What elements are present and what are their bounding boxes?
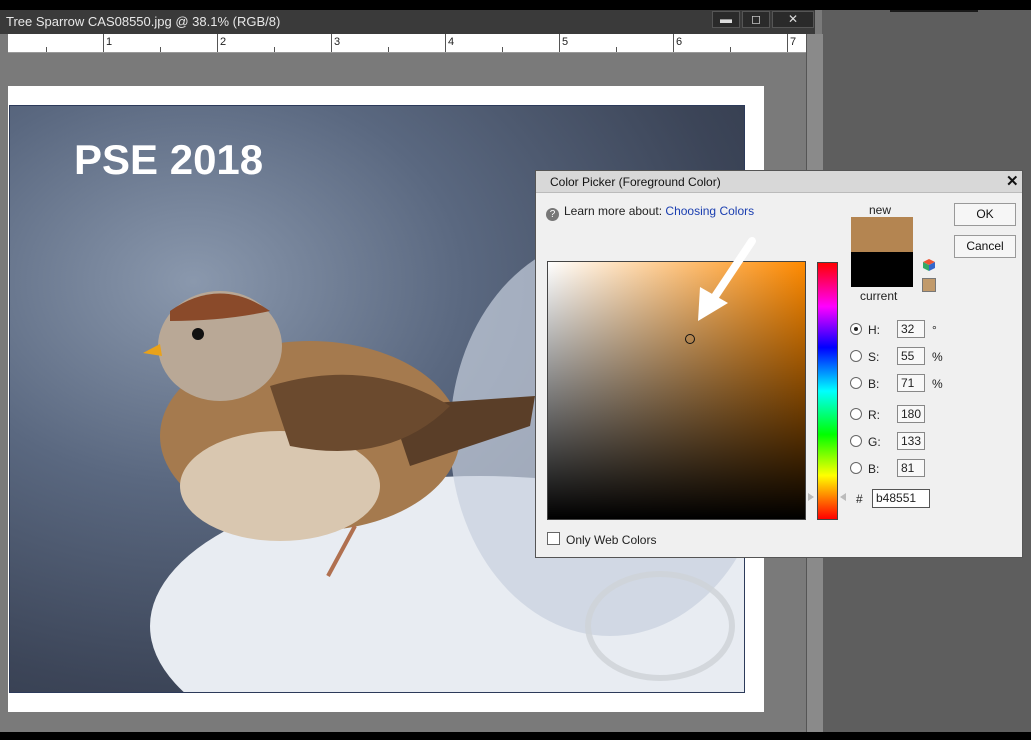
- annotation-arrow-icon: [698, 237, 756, 321]
- blue-radio[interactable]: [850, 462, 862, 474]
- ruler-tick: [103, 34, 104, 52]
- ruler-label: 3: [334, 36, 341, 48]
- blue-field[interactable]: 81: [897, 459, 925, 477]
- hue-slider-right-arrow-icon[interactable]: [840, 493, 846, 501]
- choosing-colors-link[interactable]: Choosing Colors: [665, 204, 754, 218]
- ruler-label: 2: [220, 36, 227, 48]
- hue-slider[interactable]: [817, 262, 838, 520]
- only-web-colors-checkbox[interactable]: [547, 532, 560, 545]
- close-icon[interactable]: ✕: [1006, 172, 1019, 190]
- ruler-tick: [616, 47, 617, 52]
- current-color-swatch[interactable]: [851, 252, 913, 287]
- close-window-button[interactable]: ✕: [772, 11, 814, 28]
- hue-slider-left-arrow-icon[interactable]: [808, 493, 814, 501]
- help-icon[interactable]: ?: [546, 208, 559, 221]
- ruler-tick: [388, 47, 389, 52]
- saturation-radio[interactable]: [850, 350, 862, 362]
- hue-radio[interactable]: [850, 323, 862, 335]
- ruler-tick: [46, 47, 47, 52]
- brightness-label: B:: [868, 377, 880, 391]
- ruler-tick: [217, 34, 218, 52]
- horizontal-ruler[interactable]: 1 2 3 4 5 6 7: [8, 34, 806, 53]
- document-titlebar[interactable]: Tree Sparrow CAS08550.jpg @ 38.1% (RGB/8…: [0, 10, 815, 34]
- panel-divider: [890, 10, 978, 12]
- hue-unit: °: [932, 323, 937, 337]
- help-text: ? Learn more about: Choosing Colors: [546, 204, 754, 221]
- saturation-field[interactable]: 55: [897, 347, 925, 365]
- ruler-tick: [274, 47, 275, 52]
- document-title: Tree Sparrow CAS08550.jpg @ 38.1% (RGB/8…: [6, 14, 281, 29]
- bird-beak: [143, 344, 162, 356]
- overlay-title-text: PSE 2018: [74, 136, 264, 183]
- red-radio[interactable]: [850, 408, 862, 420]
- hue-label: H:: [868, 323, 880, 337]
- websafe-color-swatch[interactable]: [922, 278, 936, 292]
- saturation-brightness-field[interactable]: [547, 261, 806, 520]
- cancel-button[interactable]: Cancel: [954, 235, 1016, 258]
- green-label: G:: [868, 435, 881, 449]
- only-web-colors-label: Only Web Colors: [566, 533, 657, 547]
- green-radio[interactable]: [850, 435, 862, 447]
- ruler-label: 1: [106, 36, 113, 48]
- brightness-field[interactable]: 71: [897, 374, 925, 392]
- brightness-radio[interactable]: [850, 377, 862, 389]
- bird-eye: [192, 328, 204, 340]
- ruler-label: 4: [448, 36, 455, 48]
- hue-field[interactable]: 32: [897, 320, 925, 338]
- dialog-title: Color Picker (Foreground Color): [550, 175, 721, 189]
- minimize-button[interactable]: ▬: [712, 11, 740, 28]
- color-picker-dialog: Color Picker (Foreground Color) ✕ ? Learn…: [535, 170, 1023, 558]
- brightness-unit: %: [932, 377, 943, 391]
- ruler-tick: [559, 34, 560, 52]
- ruler-tick: [730, 47, 731, 52]
- ok-button[interactable]: OK: [954, 203, 1016, 226]
- gamut-cube-icon[interactable]: [922, 258, 936, 272]
- saturation-unit: %: [932, 350, 943, 364]
- new-color-label: new: [869, 203, 892, 217]
- new-color-swatch: [851, 217, 913, 252]
- ruler-tick: [787, 34, 788, 52]
- color-marker[interactable]: [685, 334, 695, 344]
- maximize-button[interactable]: ◻: [742, 11, 770, 28]
- ruler-tick: [160, 47, 161, 52]
- current-color-label: current: [860, 289, 898, 303]
- green-field[interactable]: 133: [897, 432, 925, 450]
- ruler-label: 7: [790, 36, 797, 48]
- hex-symbol: #: [856, 492, 863, 506]
- dialog-titlebar[interactable]: Color Picker (Foreground Color) ✕: [536, 171, 1022, 193]
- saturation-label: S:: [868, 350, 880, 364]
- ruler-tick: [331, 34, 332, 52]
- red-label: R:: [868, 408, 880, 422]
- red-field[interactable]: 180: [897, 405, 925, 423]
- help-prefix: Learn more about:: [564, 204, 663, 218]
- ruler-tick: [502, 47, 503, 52]
- ruler-tick: [673, 34, 674, 52]
- blue-label: B:: [868, 462, 880, 476]
- ruler-tick: [445, 34, 446, 52]
- ruler-label: 6: [676, 36, 683, 48]
- ruler-label: 5: [562, 36, 569, 48]
- hex-input[interactable]: b48551: [872, 489, 930, 508]
- only-web-colors-option[interactable]: Only Web Colors: [547, 532, 656, 547]
